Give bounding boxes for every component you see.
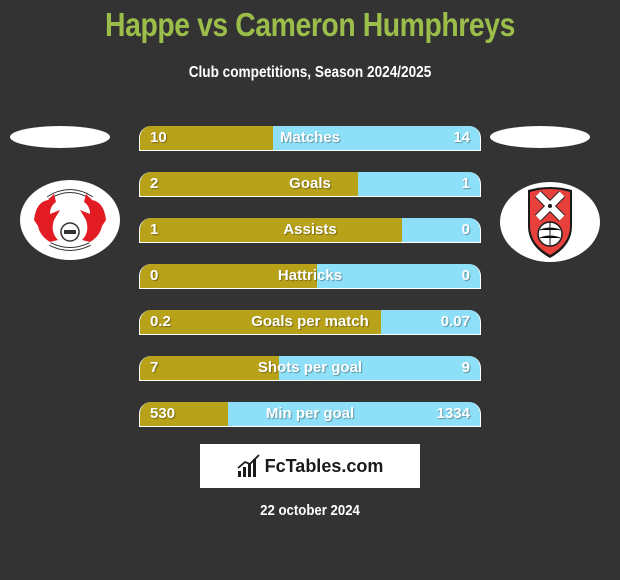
- bar-chart-icon: [237, 454, 260, 477]
- left-player-placeholder: [10, 126, 110, 148]
- left-value: 530: [150, 405, 176, 422]
- left-value: 7: [150, 359, 159, 376]
- fctables-logo[interactable]: FcTables.com: [200, 444, 420, 488]
- right-player-placeholder: [490, 126, 590, 148]
- report-date: 22 october 2024: [260, 502, 360, 519]
- brand-name: FcTables.com: [264, 455, 384, 476]
- right-value: 14: [453, 129, 470, 146]
- left-value: 0: [150, 267, 159, 284]
- right-value: 0: [461, 267, 470, 284]
- right-value: 1334: [436, 405, 470, 422]
- right-value: 0: [461, 221, 470, 238]
- stat-row-goals: Goals 2 1: [139, 172, 481, 197]
- left-value: 1: [150, 221, 159, 238]
- stat-row-shots-per-goal: Shots per goal 7 9: [139, 356, 481, 381]
- stat-label: Shots per goal: [257, 359, 363, 376]
- left-value: 0.2: [150, 313, 171, 330]
- left-value: 10: [150, 129, 167, 146]
- rotherham-crest-icon: [528, 187, 572, 258]
- right-value: 0.07: [440, 313, 470, 330]
- stat-row-goals-per-match: Goals per match 0.2 0.07: [139, 310, 481, 335]
- stat-label: Goals: [289, 175, 331, 192]
- stat-label: Goals per match: [251, 313, 369, 330]
- right-team-badge[interactable]: [500, 182, 600, 262]
- left-value: 2: [150, 175, 159, 192]
- left-team-badge[interactable]: [20, 180, 120, 260]
- stat-row-matches: Matches 10 14: [139, 126, 481, 151]
- stat-label: Assists: [283, 221, 337, 238]
- leyton-orient-crest-icon: [34, 189, 106, 251]
- stat-row-min-per-goal: Min per goal 530 1334: [139, 402, 481, 427]
- page-title: Happe vs Cameron Humphreys: [105, 6, 515, 43]
- stat-label: Hattricks: [277, 267, 343, 284]
- stat-label: Matches: [279, 129, 341, 146]
- season-subtitle: Club competitions, Season 2024/2025: [188, 64, 432, 81]
- stat-row-assists: Assists 1 0: [139, 218, 481, 243]
- right-value: 1: [461, 175, 470, 192]
- right-value: 9: [461, 359, 470, 376]
- stat-label: Min per goal: [265, 405, 355, 422]
- stat-row-hattricks: Hattricks 0 0: [139, 264, 481, 289]
